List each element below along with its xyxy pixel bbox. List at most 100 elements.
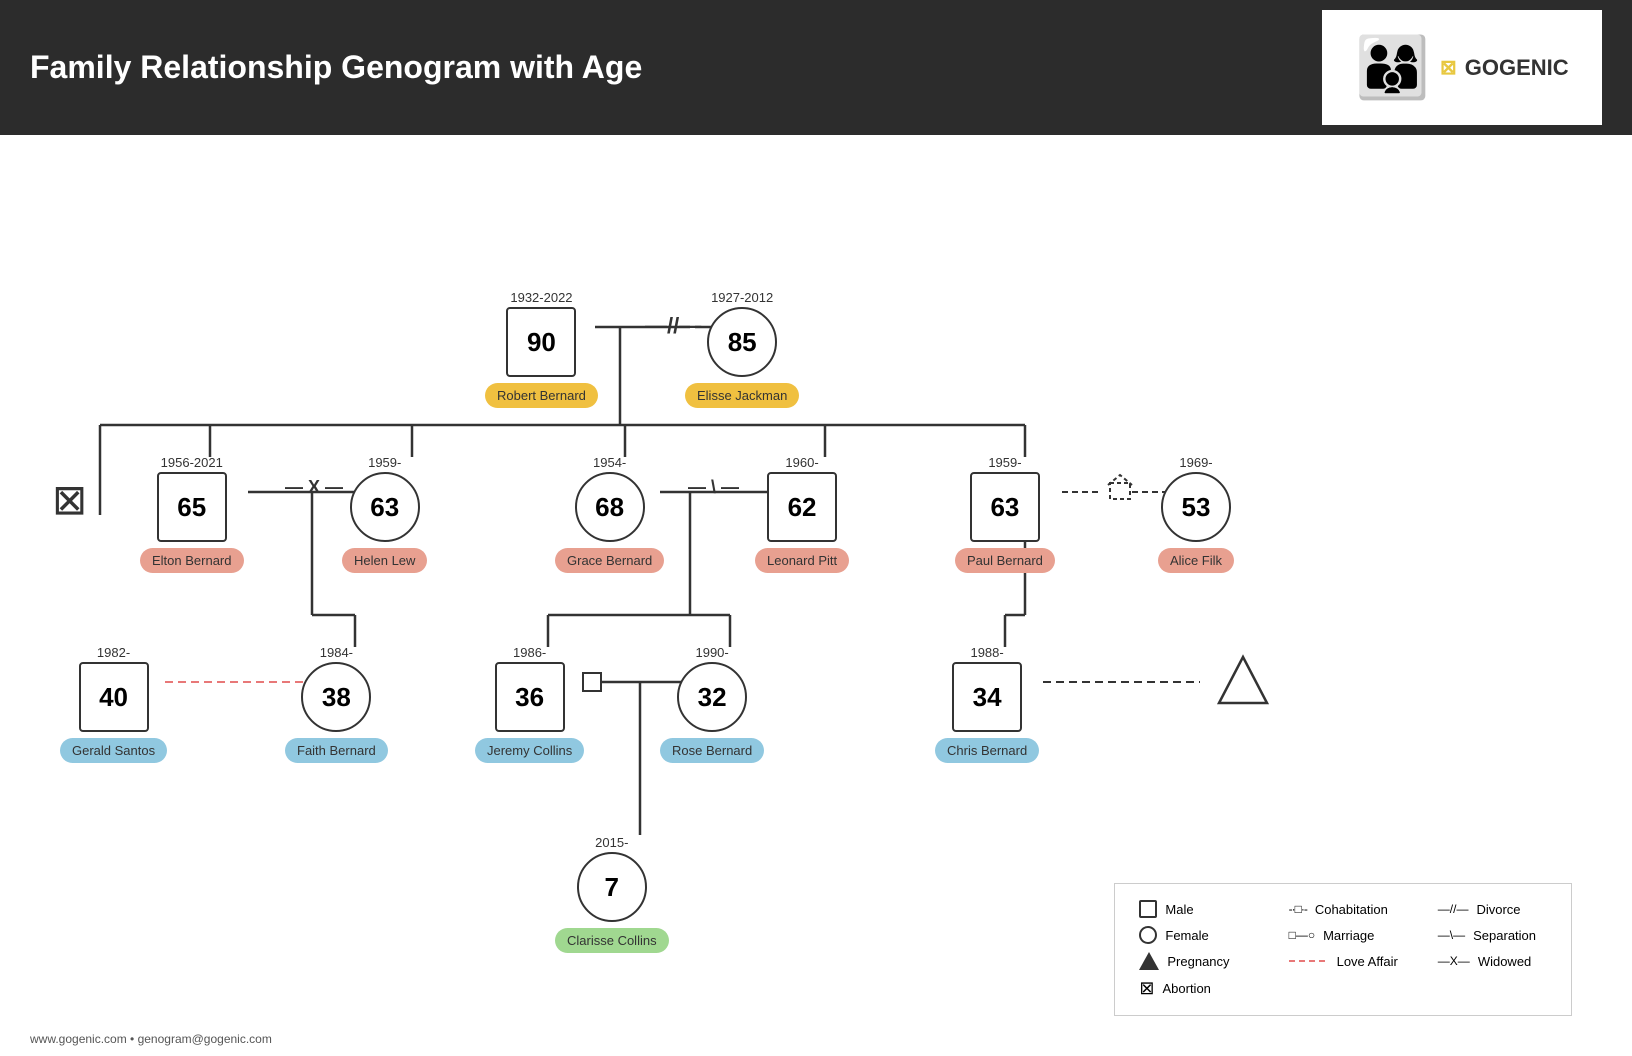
- elton-box: 65: [157, 472, 227, 542]
- person-jeremy: 1986- 36 Jeremy Collins: [475, 645, 584, 763]
- elisse-label: Elisse Jackman: [685, 383, 799, 408]
- elisse-box: 85: [707, 307, 777, 377]
- person-rose: 1990- 32 Rose Bernard: [660, 645, 764, 763]
- logo-text: ⊠ GOGENIC: [1440, 55, 1569, 81]
- legend-marriage-icon: □—○: [1289, 928, 1316, 942]
- rose-dates: 1990-: [695, 645, 728, 660]
- legend-male-label: Male: [1165, 902, 1193, 917]
- legend-love-affair-label: Love Affair: [1337, 954, 1398, 969]
- grace-box: 68: [575, 472, 645, 542]
- person-paul: 1959- 63 Paul Bernard: [955, 455, 1055, 573]
- person-chris: 1988- 34 Chris Bernard: [935, 645, 1039, 763]
- gerald-dates: 1982-: [97, 645, 130, 660]
- legend-cohabitation-label: Cohabitation: [1315, 902, 1388, 917]
- legend-abortion: ⊠ Abortion: [1139, 978, 1248, 999]
- legend-male: Male: [1139, 900, 1248, 918]
- legend-male-icon: [1139, 900, 1157, 918]
- legend-pregnancy-label: Pregnancy: [1167, 954, 1229, 969]
- person-elton: 1956-2021 65 Elton Bernard: [140, 455, 244, 573]
- legend-female-icon: [1139, 926, 1157, 944]
- gerald-label: Gerald Santos: [60, 738, 167, 763]
- legend-pregnancy: Pregnancy: [1139, 952, 1248, 970]
- legend-marriage: □—○ Marriage: [1289, 926, 1398, 944]
- separation-symbol: — \ —: [688, 477, 739, 498]
- paul-label: Paul Bernard: [955, 548, 1055, 573]
- alice-box: 53: [1161, 472, 1231, 542]
- genogram-area: —//— — X — — \ — ⊠ 1932-2022 90 Robert B…: [0, 135, 1632, 1056]
- alice-dates: 1969-: [1179, 455, 1212, 470]
- legend-divorce-icon: —//—: [1438, 902, 1469, 916]
- legend-separation-icon: —\—: [1438, 928, 1465, 942]
- person-faith: 1984- 38 Faith Bernard: [285, 645, 388, 763]
- footer: www.gogenic.com • genogram@gogenic.com: [30, 1032, 272, 1046]
- leonard-dates: 1960-: [785, 455, 818, 470]
- helen-dates: 1959-: [368, 455, 401, 470]
- legend-divorce: —//— Divorce: [1438, 900, 1547, 918]
- person-leonard: 1960- 62 Leonard Pitt: [755, 455, 849, 573]
- legend-widowed-label: Widowed: [1478, 954, 1531, 969]
- robert-label: Robert Bernard: [485, 383, 598, 408]
- legend-love-affair: Love Affair: [1289, 952, 1398, 970]
- legend-pregnancy-icon: [1139, 952, 1159, 970]
- chris-dates: 1988-: [970, 645, 1003, 660]
- robert-box: 90: [506, 307, 576, 377]
- grace-dates: 1954-: [593, 455, 626, 470]
- person-gerald: 1982- 40 Gerald Santos: [60, 645, 167, 763]
- page-title: Family Relationship Genogram with Age: [30, 49, 642, 86]
- legend-cohabitation-icon: -·□·-: [1289, 902, 1307, 916]
- legend-divorce-label: Divorce: [1476, 902, 1520, 917]
- gerald-box: 40: [79, 662, 149, 732]
- person-alice: 1969- 53 Alice Filk: [1158, 455, 1234, 573]
- clarisse-dates: 2015-: [595, 835, 628, 850]
- helen-box: 63: [350, 472, 420, 542]
- legend-separation: —\— Separation: [1438, 926, 1547, 944]
- faith-dates: 1984-: [320, 645, 353, 660]
- leonard-label: Leonard Pitt: [755, 548, 849, 573]
- robert-dates: 1932-2022: [510, 290, 572, 305]
- legend-female: Female: [1139, 926, 1248, 944]
- jeremy-dates: 1986-: [513, 645, 546, 660]
- legend-abortion-label: Abortion: [1162, 981, 1210, 996]
- chris-box: 34: [952, 662, 1022, 732]
- header: Family Relationship Genogram with Age 👨‍…: [0, 0, 1632, 135]
- legend-abortion-icon: ⊠: [1139, 978, 1154, 999]
- jeremy-label: Jeremy Collins: [475, 738, 584, 763]
- person-grace: 1954- 68 Grace Bernard: [555, 455, 664, 573]
- family-icon: 👨‍👩‍👦: [1355, 32, 1430, 103]
- jeremy-box: 36: [495, 662, 565, 732]
- legend-widowed: —X— Widowed: [1438, 952, 1547, 970]
- legend-love-affair-icon: [1289, 954, 1329, 968]
- person-robert: 1932-2022 90 Robert Bernard: [485, 290, 598, 408]
- pregnancy-triangle: [1215, 653, 1271, 714]
- alice-label: Alice Filk: [1158, 548, 1234, 573]
- person-elisse: 1927-2012 85 Elisse Jackman: [685, 290, 799, 408]
- legend-cohabitation: -·□·- Cohabitation: [1289, 900, 1398, 918]
- logo-area: 👨‍👩‍👦 ⊠ GOGENIC: [1322, 10, 1602, 125]
- legend-female-label: Female: [1165, 928, 1208, 943]
- paul-box: 63: [970, 472, 1040, 542]
- footer-text: www.gogenic.com • genogram@gogenic.com: [30, 1032, 272, 1046]
- legend: Male -·□·- Cohabitation —//— Divorce Fem…: [1114, 883, 1572, 1016]
- chris-label: Chris Bernard: [935, 738, 1039, 763]
- legend-separation-label: Separation: [1473, 928, 1536, 943]
- grace-label: Grace Bernard: [555, 548, 664, 573]
- faith-box: 38: [301, 662, 371, 732]
- helen-label: Helen Lew: [342, 548, 427, 573]
- legend-widowed-icon: —X—: [1438, 954, 1470, 968]
- elton-dates: 1956-2021: [161, 455, 223, 470]
- elisse-dates: 1927-2012: [711, 290, 773, 305]
- clarisse-label: Clarisse Collins: [555, 928, 669, 953]
- person-clarisse: 2015- 7 Clarisse Collins: [555, 835, 669, 953]
- logo-icon: ⊠: [1440, 55, 1457, 80]
- leonard-box: 62: [767, 472, 837, 542]
- legend-marriage-label: Marriage: [1323, 928, 1374, 943]
- clarisse-box: 7: [577, 852, 647, 922]
- abortion-marker: ⊠: [52, 475, 87, 524]
- rose-label: Rose Bernard: [660, 738, 764, 763]
- rose-box: 32: [677, 662, 747, 732]
- person-helen: 1959- 63 Helen Lew: [342, 455, 427, 573]
- elton-label: Elton Bernard: [140, 548, 244, 573]
- paul-dates: 1959-: [988, 455, 1021, 470]
- widowed-symbol: — X —: [285, 477, 343, 498]
- faith-label: Faith Bernard: [285, 738, 388, 763]
